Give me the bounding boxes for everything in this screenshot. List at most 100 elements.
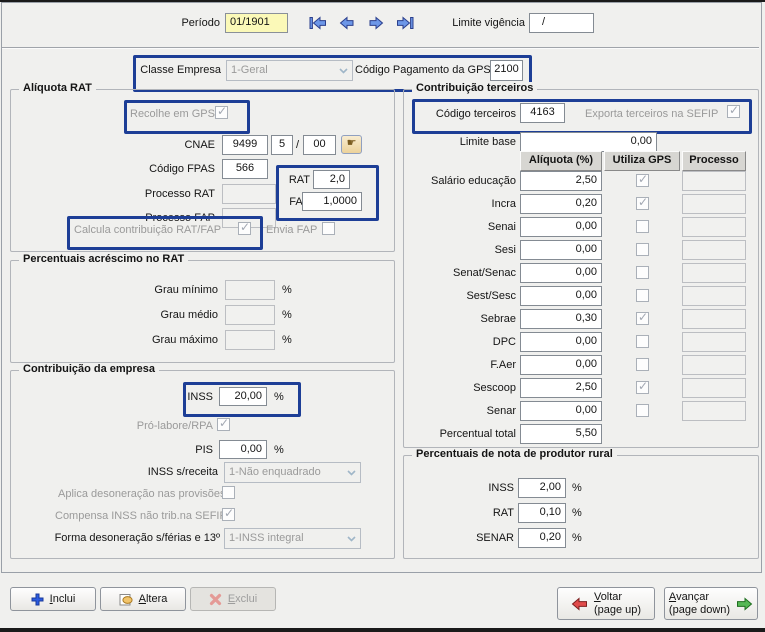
- periodo-label: Período: [120, 17, 220, 30]
- limite-base-input[interactable]: 0,00: [520, 132, 657, 152]
- codigo-terceiros-input[interactable]: 4163: [520, 103, 565, 123]
- cnae-lookup-button[interactable]: ☛: [341, 135, 362, 154]
- aliquota-input-sescoop[interactable]: 2,50: [520, 378, 602, 398]
- grau-medio-label: Grau médio: [118, 309, 218, 322]
- envia-fap-label: Envia FAP: [266, 224, 320, 237]
- contribuicao-terceiros-title: Contribuição terceiros: [412, 82, 537, 94]
- pis-input[interactable]: 0,00: [219, 440, 267, 459]
- processo-input-senai: [682, 217, 746, 237]
- aliquota-input-senat-senac[interactable]: 0,00: [520, 263, 602, 283]
- row-label-sest-sesc: Sest/Sesc: [380, 290, 516, 303]
- row-label-senar: Senar: [380, 405, 516, 418]
- limite-vigencia-input[interactable]: /: [529, 13, 594, 33]
- first-record-icon: [309, 16, 327, 30]
- exporta-sefip-checkbox: [727, 105, 740, 118]
- column-header-utiliza-gps: Utiliza GPS: [604, 151, 680, 171]
- last-record-icon: [396, 16, 414, 30]
- limite-base-label: Limite base: [418, 136, 516, 149]
- aliquota-input-incra[interactable]: 0,20: [520, 194, 602, 214]
- aplica-desoneracao-checkbox: [222, 486, 235, 499]
- recolhe-gps-label: Recolhe em GPS: [130, 108, 210, 121]
- top-separator: [2, 47, 759, 49]
- arrow-left-icon: [571, 597, 588, 611]
- cnae-part3-input[interactable]: 00: [303, 135, 336, 155]
- altera-button[interactable]: Altera: [100, 587, 186, 611]
- inss-receita-value: 1-Não enquadrado: [229, 466, 321, 478]
- gps-checkbox-sesi: [636, 243, 649, 256]
- grau-maximo-label: Grau máximo: [118, 334, 218, 347]
- arrow-right-icon: [736, 597, 753, 611]
- processo-input-sest-sesc: [682, 286, 746, 306]
- row-label-salario-educacao: Salário educação: [380, 175, 516, 188]
- altera-button-label: Altera: [139, 593, 168, 605]
- classe-empresa-label: Classe Empresa: [139, 64, 221, 77]
- row-label-sescoop: Sescoop: [380, 382, 516, 395]
- inss-percent: %: [274, 391, 288, 404]
- app-window: Período 01/1901 Limite vigência / Classe…: [0, 0, 765, 632]
- codigo-pagamento-gps-input[interactable]: 2100: [490, 60, 523, 81]
- voltar-button[interactable]: Voltar (page up): [557, 587, 655, 620]
- aliquota-input-sesi[interactable]: 0,00: [520, 240, 602, 260]
- inclui-button[interactable]: Inclui: [10, 587, 96, 611]
- nav-first-button[interactable]: [306, 13, 330, 33]
- grau-maximo-percent: %: [282, 334, 296, 347]
- gps-checkbox-dpc: [636, 335, 649, 348]
- rural-senar-input[interactable]: 0,20: [518, 528, 566, 548]
- aliquota-input-faer[interactable]: 0,00: [520, 355, 602, 375]
- recolhe-gps-checkbox: [215, 106, 228, 119]
- grau-maximo-input: [225, 330, 275, 350]
- rural-senar-label: SENAR: [418, 532, 514, 545]
- gps-checkbox-sescoop: [636, 381, 649, 394]
- aliquota-input-dpc[interactable]: 0,00: [520, 332, 602, 352]
- contribuicao-empresa-title: Contribuição da empresa: [19, 363, 159, 375]
- cnae-part1-input[interactable]: 9499: [222, 135, 268, 155]
- processo-input-dpc: [682, 332, 746, 352]
- envia-fap-checkbox: [322, 222, 335, 235]
- window-bottom-edge: [0, 628, 765, 632]
- percentual-total-input: 5,50: [520, 424, 602, 444]
- chevron-down-icon: [347, 470, 356, 476]
- row-label-faer: F.Aer: [380, 359, 516, 372]
- compensa-inss-label: Compensa INSS não trib.na SEFIP: [55, 510, 218, 523]
- prolabore-checkbox: [217, 418, 230, 431]
- grau-medio-input: [225, 305, 275, 325]
- inss-input[interactable]: 20,00: [219, 387, 267, 406]
- rural-rat-input[interactable]: 0,10: [518, 503, 566, 523]
- processo-input-incra: [682, 194, 746, 214]
- plus-icon: [31, 593, 44, 606]
- rural-inss-input[interactable]: 2,00: [518, 478, 566, 498]
- aliquota-input-senar[interactable]: 0,00: [520, 401, 602, 421]
- aliquota-input-senai[interactable]: 0,00: [520, 217, 602, 237]
- aliquota-input-sest-sesc[interactable]: 0,00: [520, 286, 602, 306]
- fap-input[interactable]: 1,0000: [302, 192, 362, 211]
- nav-next-button[interactable]: [364, 13, 388, 33]
- next-record-icon: [368, 16, 384, 30]
- inss-receita-label: INSS s/receita: [118, 466, 218, 479]
- cnae-part2-input[interactable]: 5: [271, 135, 293, 155]
- nav-previous-button[interactable]: [335, 13, 359, 33]
- grau-minimo-input: [225, 280, 275, 300]
- codigo-fpas-input[interactable]: 566: [222, 159, 268, 179]
- voltar-button-label: Voltar: [594, 591, 622, 604]
- periodo-input[interactable]: 01/1901: [225, 13, 288, 33]
- processo-input-sescoop: [682, 378, 746, 398]
- percentual-total-label: Percentual total: [380, 428, 516, 441]
- gps-checkbox-faer: [636, 358, 649, 371]
- forma-desoneracao-label: Forma desoneração s/férias e 13º: [53, 532, 220, 545]
- classe-empresa-select: 1-Geral: [226, 60, 353, 81]
- aliquota-input-salario-educacao[interactable]: 2,50: [520, 171, 602, 191]
- row-label-senat-senac: Senat/Senac: [380, 267, 516, 280]
- avancar-button-label: Avançar: [669, 591, 709, 604]
- gps-checkbox-incra: [636, 197, 649, 210]
- pis-percent: %: [274, 444, 288, 457]
- processo-input-senar: [682, 401, 746, 421]
- inss-receita-select: 1-Não enquadrado: [224, 462, 361, 483]
- aliquota-input-sebrae[interactable]: 0,30: [520, 309, 602, 329]
- compensa-inss-checkbox: [222, 508, 235, 521]
- grau-minimo-percent: %: [282, 284, 296, 297]
- grau-minimo-label: Grau mínimo: [118, 284, 218, 297]
- chevron-down-icon: [339, 68, 348, 74]
- avancar-button[interactable]: Avançar (page down): [664, 587, 758, 620]
- nav-last-button[interactable]: [393, 13, 417, 33]
- rat-input[interactable]: 2,0: [313, 170, 350, 189]
